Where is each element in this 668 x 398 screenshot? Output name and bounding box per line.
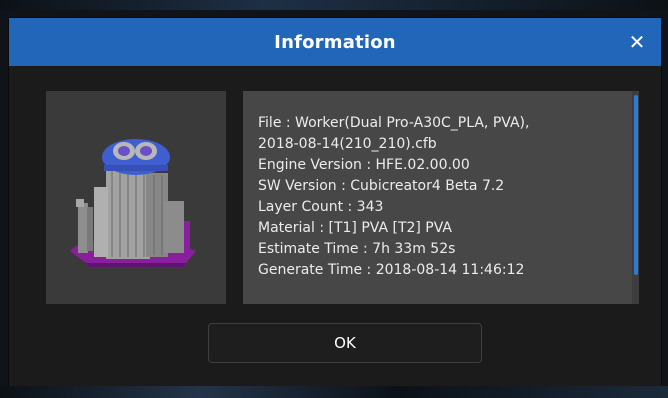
- info-line-generate-time: Generate Time : 2018-08-14 11:46:12: [258, 262, 525, 278]
- info-line-file: File : Worker(Dual Pro-A30C_PLA, PVA),: [258, 115, 530, 131]
- info-line-sw-version: SW Version : Cubicreator4 Beta 7.2: [258, 178, 505, 194]
- file-info-panel: File : Worker(Dual Pro-A30C_PLA, PVA), 2…: [243, 91, 639, 304]
- model-preview-image: [70, 139, 196, 267]
- background-window-strip-bottom: [0, 386, 668, 398]
- info-line-file-cont: 2018-08-14(210_210).cfb: [258, 136, 437, 152]
- information-dialog: Information ✕ File: Worker(Dual Pro-A30…: [9, 18, 661, 386]
- scrollbar-thumb[interactable]: [634, 95, 638, 275]
- ok-button[interactable]: OK: [208, 323, 482, 363]
- info-line-estimate-time: Estimate Time : 7h 33m 52s: [258, 241, 456, 257]
- close-icon[interactable]: ✕: [623, 26, 651, 58]
- dialog-titlebar: Information ✕: [9, 18, 661, 66]
- info-line-engine-version: Engine Version : HFE.02.00.00: [258, 157, 470, 173]
- info-line-material: Material : [T1] PVA [T2] PVA: [258, 220, 453, 236]
- file-info-text: File : Worker(Dual Pro-A30C_PLA, PVA), 2…: [258, 113, 618, 281]
- dialog-title: Information: [274, 31, 396, 53]
- background-window-strip: [0, 0, 668, 10]
- model-thumbnail: [46, 91, 226, 304]
- info-scrollbar[interactable]: [632, 91, 639, 304]
- info-line-layer-count: Layer Count : 343: [258, 199, 384, 215]
